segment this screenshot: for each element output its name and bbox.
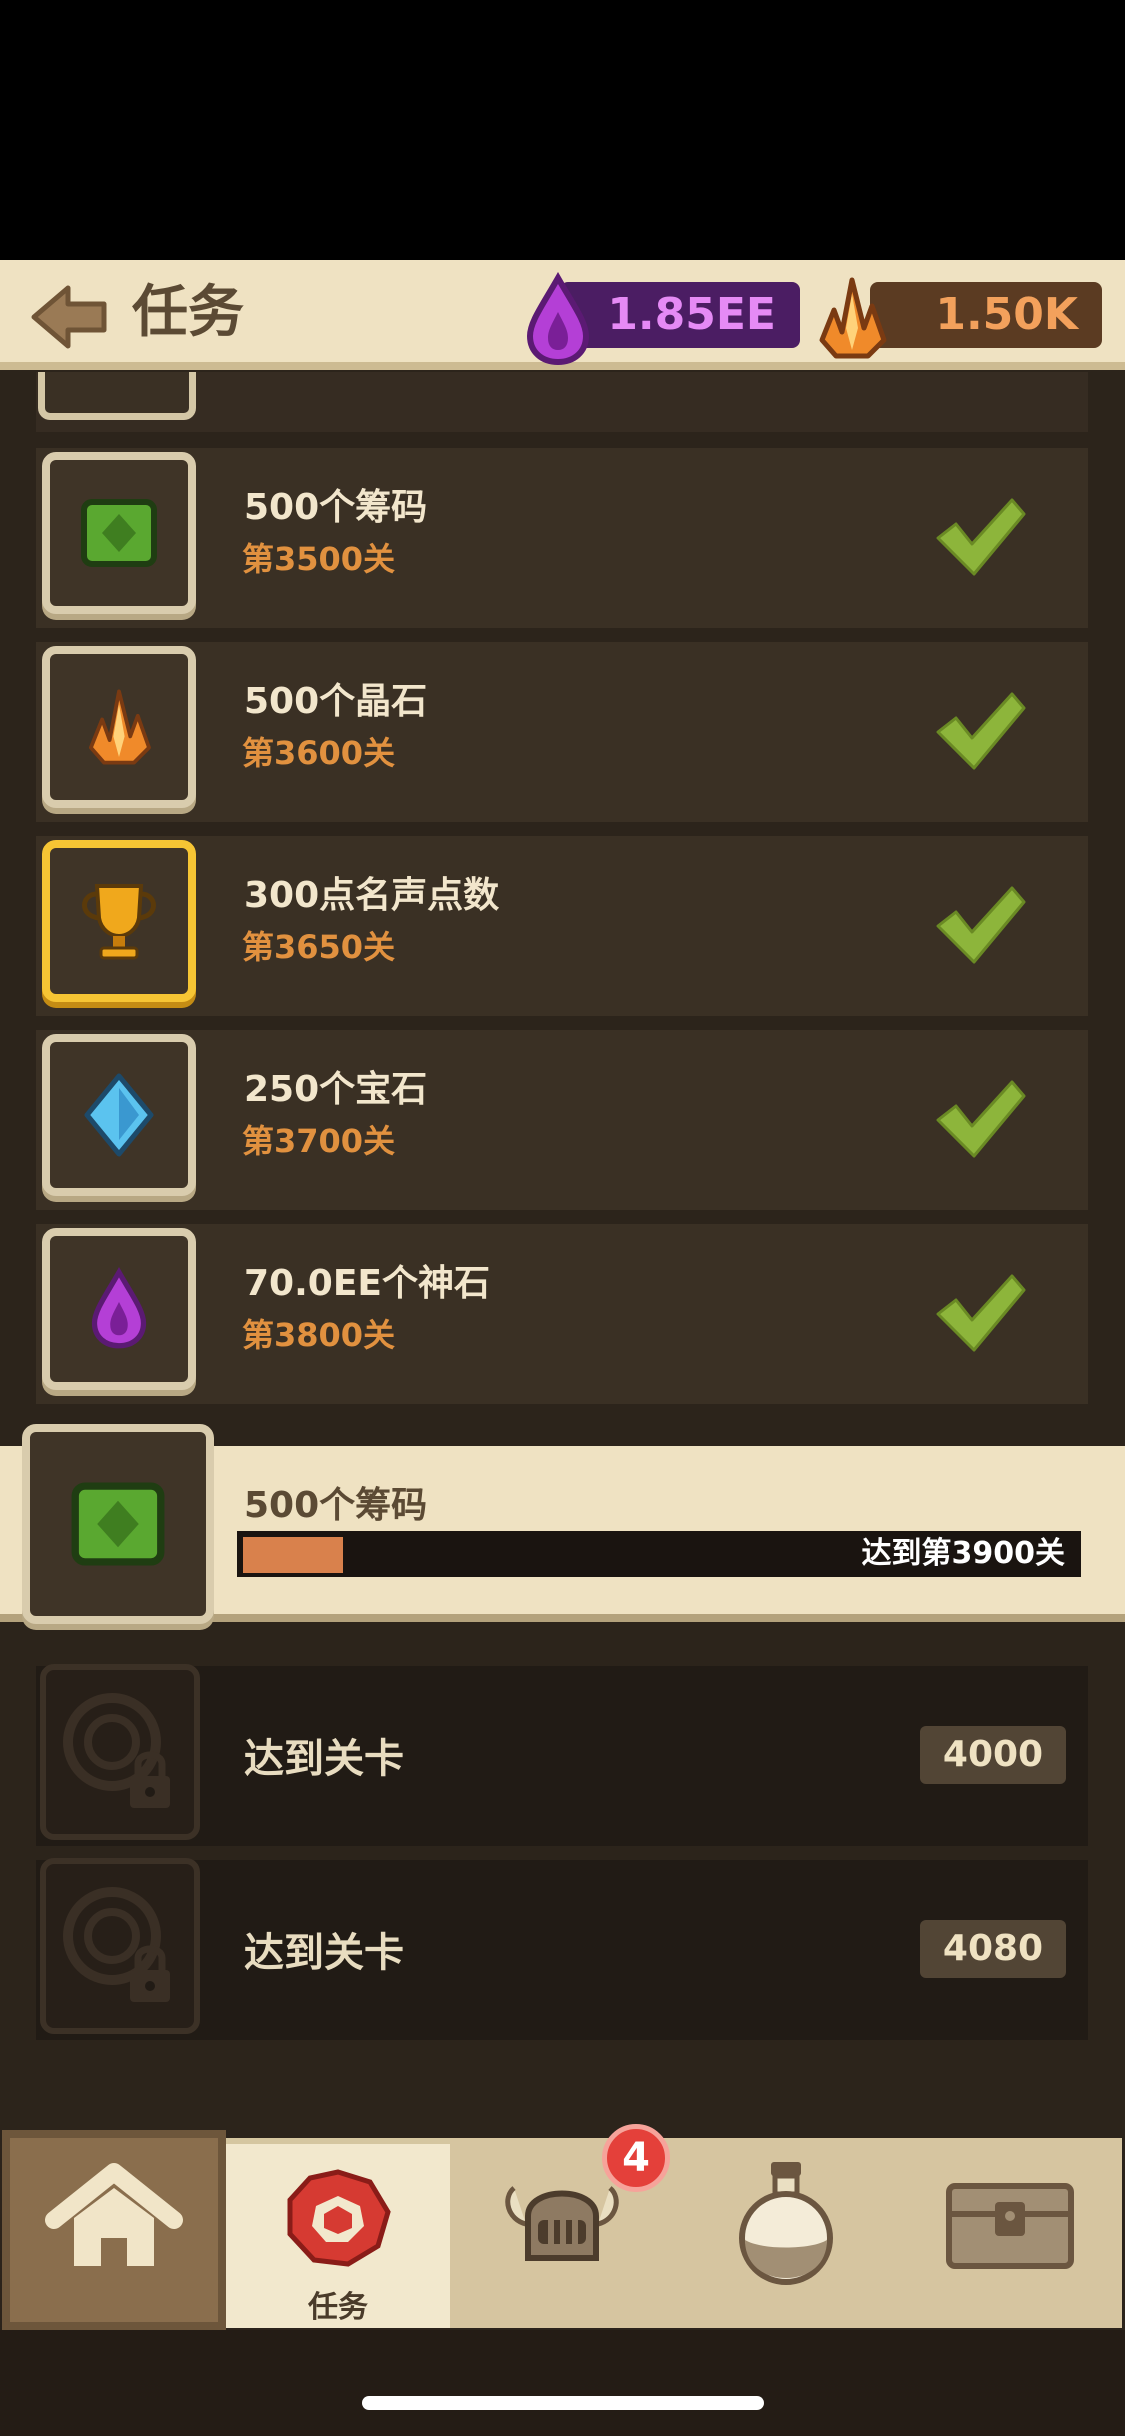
reward-icon-frame	[42, 1228, 196, 1390]
trophy-icon	[82, 884, 156, 960]
reward-text: 500个筹码	[244, 487, 428, 528]
purple-drop-icon	[526, 272, 590, 366]
list-item-completed[interactable]: 250个宝石 第3700关	[36, 1030, 1088, 1210]
purple-currency-value: 1.85EE	[607, 289, 776, 340]
page-title: 任务	[132, 280, 244, 345]
task-seal-icon	[287, 2169, 391, 2267]
back-button[interactable]	[30, 282, 110, 352]
tab-tasks-label: 任务	[308, 2290, 368, 2325]
stage-text: 第3800关	[242, 1316, 396, 1354]
tab-chest[interactable]	[898, 2138, 1122, 2328]
reward-text: 250个宝石	[244, 1069, 428, 1110]
crystal-icon	[819, 277, 887, 359]
purple-drop-icon	[91, 1266, 147, 1349]
stage-text: 第3650关	[242, 928, 396, 966]
level-badge: 4080	[920, 1920, 1066, 1978]
reward-icon-frame	[42, 646, 196, 808]
progress-fill	[243, 1537, 343, 1573]
chip-icon	[71, 1482, 165, 1566]
orange-currency-pill: 1.50K	[870, 282, 1102, 348]
check-icon	[936, 692, 1026, 770]
reward-icon-frame	[22, 1424, 214, 1624]
bottom-tab-bar: 任务	[0, 2130, 1125, 2330]
list-item-completed[interactable]: 70.0EE个神石 第3800关	[36, 1224, 1088, 1404]
chip-icon	[81, 499, 157, 567]
current-task-reward: 500个筹码	[244, 1485, 428, 1526]
locked-task-label: 达到关卡	[244, 1736, 404, 1782]
stage-text: 第3600关	[242, 734, 396, 772]
notification-badge: 4	[602, 2124, 670, 2192]
tab-home[interactable]	[2, 2130, 226, 2330]
orange-currency-value: 1.50K	[935, 289, 1078, 340]
locked-task-label: 达到关卡	[244, 1930, 404, 1976]
list-item-locked: 达到关卡 4000	[36, 1664, 1088, 1846]
crystal-icon	[89, 689, 151, 765]
chest-icon	[946, 2183, 1074, 2269]
potion-icon	[739, 2162, 833, 2285]
current-task-row[interactable]: 500个筹码 达到第3900关	[0, 1424, 1125, 1624]
locked-icon-frame	[40, 1858, 200, 2034]
reward-text: 300点名声点数	[244, 875, 500, 916]
house-icon	[45, 2163, 183, 2266]
status-area	[0, 0, 1125, 260]
list-item-completed[interactable]: 300点名声点数 第3650关	[36, 836, 1088, 1016]
check-icon	[936, 1080, 1026, 1158]
list-item-completed[interactable]: 500个筹码 第3500关	[36, 448, 1088, 628]
list-item-locked: 达到关卡 4080	[36, 1858, 1088, 2040]
home-indicator[interactable]	[362, 2396, 764, 2410]
level-badge: 4000	[920, 1726, 1066, 1784]
gem-icon	[84, 1073, 154, 1157]
tab-tasks[interactable]: 任务	[226, 2138, 450, 2328]
locked-coin-icon	[63, 1693, 170, 1808]
reward-text: 500个晶石	[244, 681, 428, 722]
progress-text: 达到第3900关	[861, 1536, 1066, 1571]
progress-bar: 达到第3900关	[234, 1528, 1084, 1580]
stage-text: 第3500关	[242, 540, 396, 578]
locked-coin-icon	[63, 1887, 170, 2002]
back-arrow-icon	[31, 285, 107, 349]
reward-icon-frame	[42, 1034, 196, 1196]
list-item-completed[interactable]: 500个晶石 第3600关	[36, 642, 1088, 822]
check-icon	[936, 498, 1026, 576]
reward-text: 70.0EE个神石	[244, 1263, 491, 1304]
check-icon	[936, 1274, 1026, 1352]
stage-text: 第3700关	[242, 1122, 396, 1160]
partial-icon-frame	[38, 372, 196, 420]
check-icon	[936, 886, 1026, 964]
tab-potion[interactable]	[674, 2138, 898, 2328]
bottom-area	[0, 2330, 1125, 2436]
reward-icon-frame	[42, 452, 196, 614]
locked-icon-frame	[40, 1664, 200, 1840]
reward-icon-frame	[42, 840, 196, 1002]
